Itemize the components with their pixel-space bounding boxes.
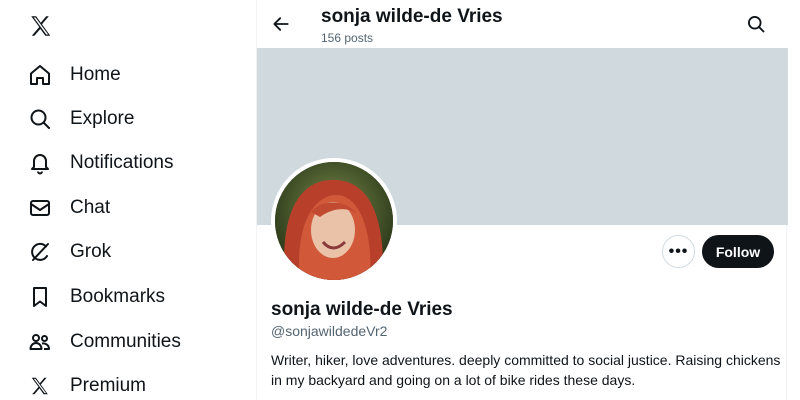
profile-column: sonja wilde-de Vries 156 posts ••• Follo… [256, 0, 788, 400]
home-icon [28, 63, 52, 87]
nav-item-explore[interactable]: Explore [28, 102, 134, 136]
more-options-button[interactable]: ••• [662, 235, 695, 268]
bookmark-icon [28, 285, 52, 309]
nav-item-label: Bookmarks [70, 286, 166, 307]
user-handle: @sonjawildedeVr2 [271, 323, 388, 339]
nav-item-bookmarks[interactable]: Bookmarks [28, 280, 165, 314]
grok-icon [28, 240, 52, 264]
back-arrow-icon[interactable] [269, 12, 293, 36]
nav-item-label: Grok [70, 241, 112, 262]
nav-item-chat[interactable]: Chat [28, 191, 110, 225]
nav-item-label: Home [70, 64, 121, 85]
nav-item-premium[interactable]: Premium [28, 369, 146, 400]
nav-item-label: Communities [70, 331, 181, 352]
display-name: sonja wilde-de Vries [271, 299, 453, 320]
left-navigation: Home Explore Notifications Chat Grok Boo… [0, 0, 255, 400]
x-logo-icon [28, 374, 52, 398]
search-icon[interactable] [744, 12, 768, 36]
nav-item-home[interactable]: Home [28, 58, 121, 92]
follow-button[interactable]: Follow [702, 235, 774, 268]
header-name: sonja wilde-de Vries [321, 6, 503, 27]
nav-item-label: Notifications [70, 152, 174, 173]
nav-item-communities[interactable]: Communities [28, 325, 181, 359]
nav-item-label: Chat [70, 197, 111, 218]
nav-item-grok[interactable]: Grok [28, 235, 111, 269]
nav-item-label: Premium [70, 375, 147, 396]
bell-icon [28, 151, 52, 175]
avatar[interactable] [271, 158, 397, 284]
x-logo-icon[interactable] [28, 13, 54, 39]
profile-header-bar: sonja wilde-de Vries 156 posts [257, 0, 788, 48]
mail-icon [28, 196, 52, 220]
post-count: 156 posts [321, 31, 374, 45]
search-icon [28, 107, 52, 131]
profile-bio: Writer, hiker, love adventures. deeply c… [271, 352, 781, 388]
communities-icon [28, 330, 52, 354]
nav-item-label: Explore [70, 108, 135, 129]
nav-item-notifications[interactable]: Notifications [28, 146, 174, 180]
